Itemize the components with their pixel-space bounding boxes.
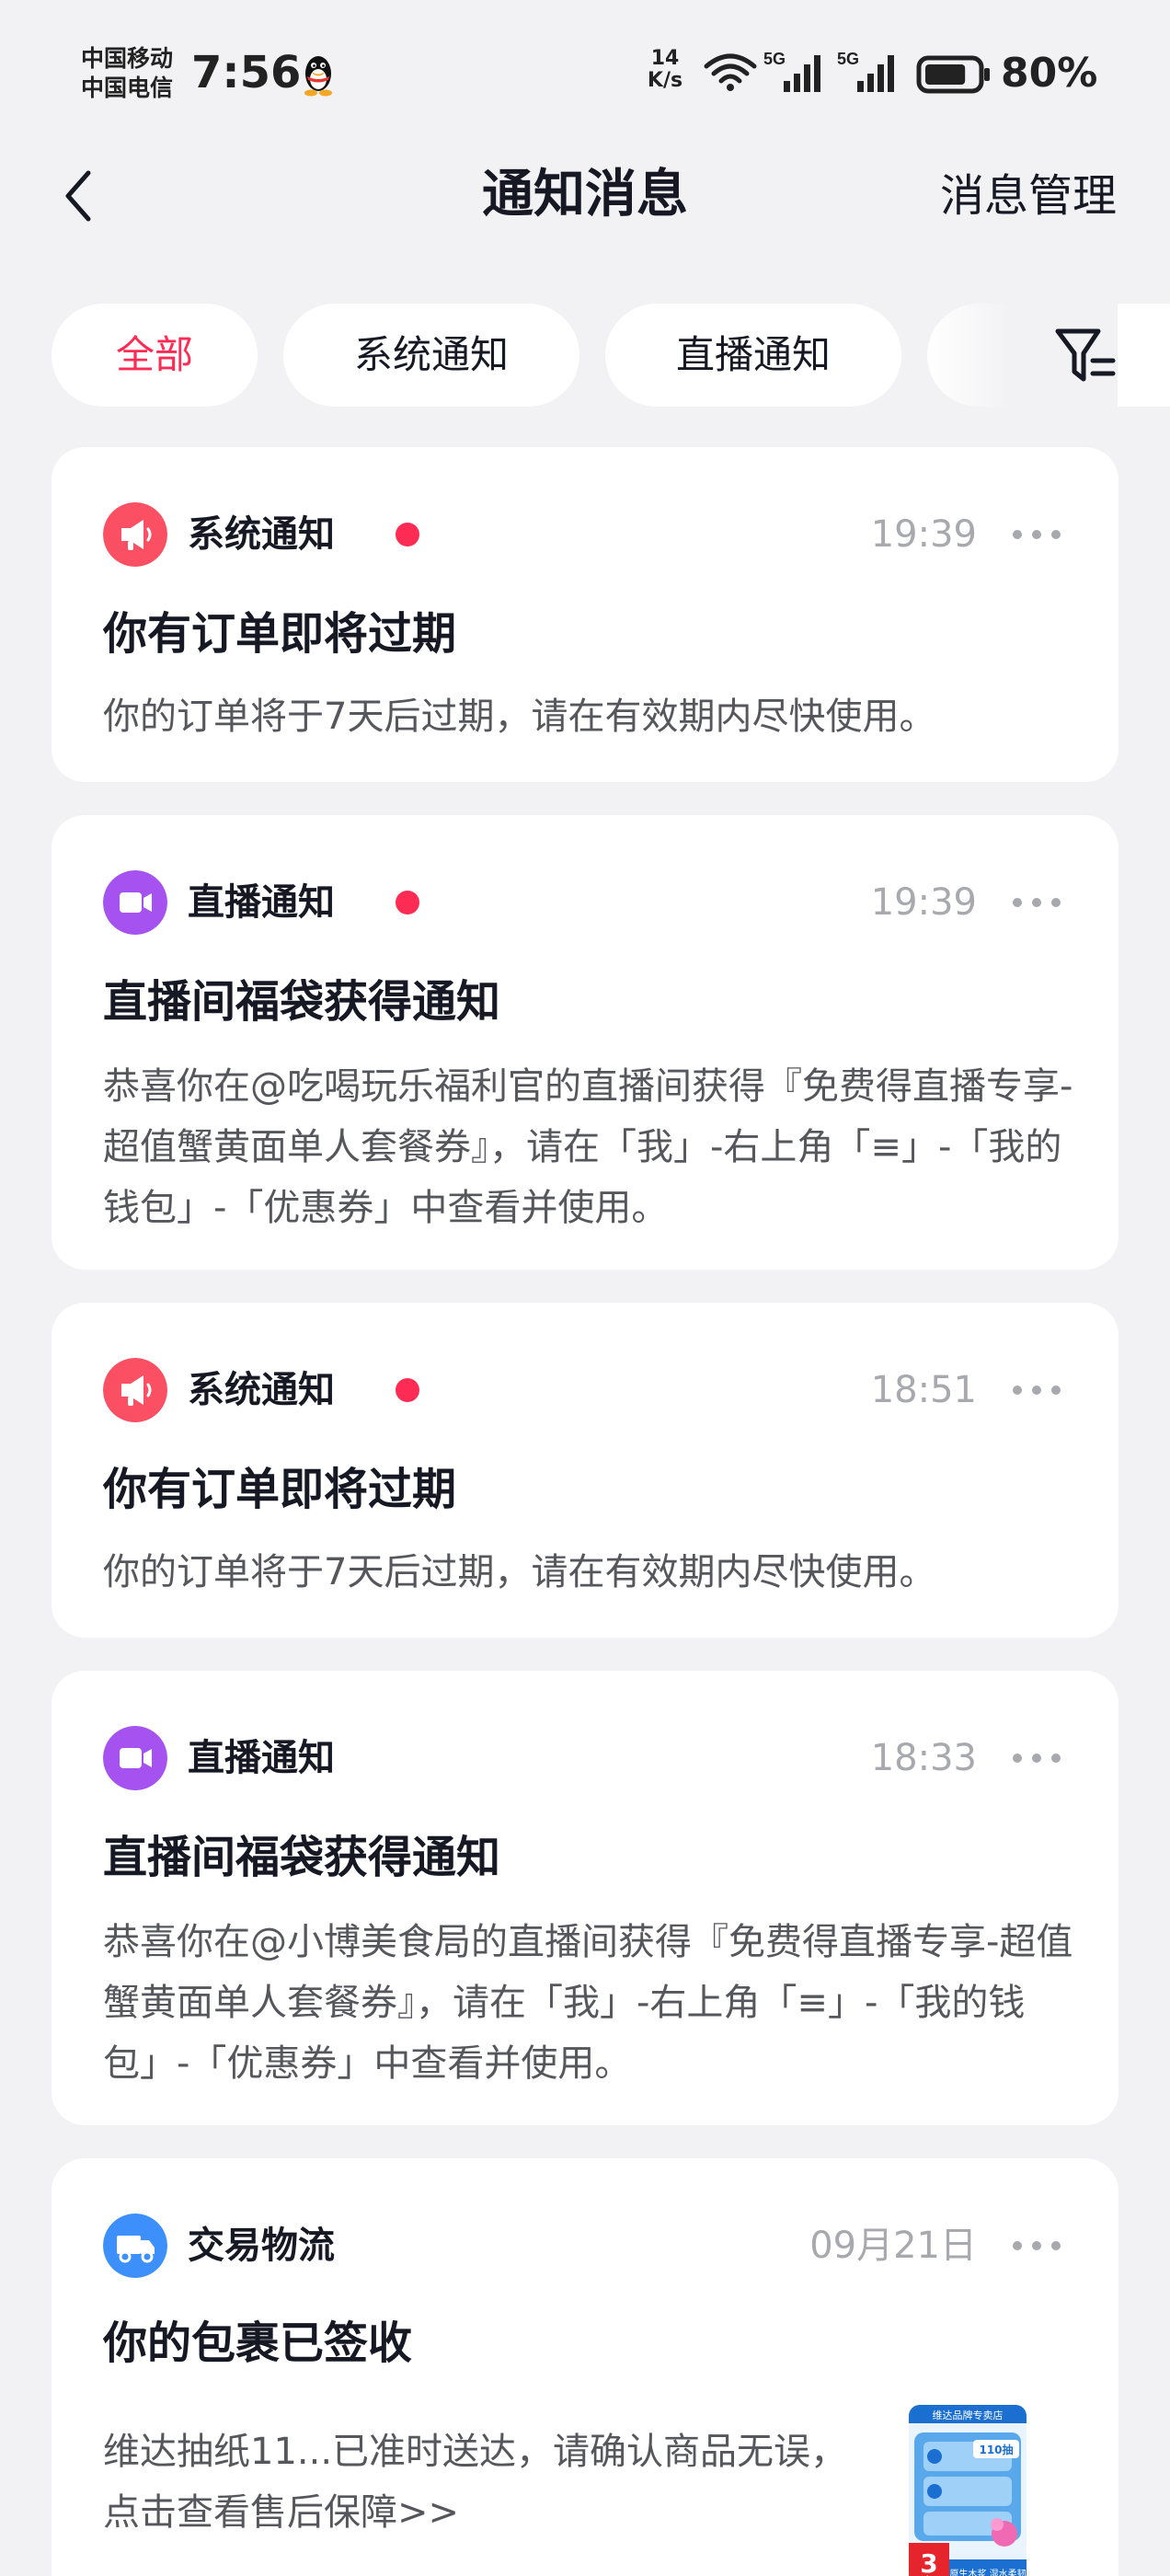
notification-category: 系统通知 [188, 1369, 335, 1411]
more-options-icon[interactable] [1010, 527, 1063, 542]
network-speed-value: 14 [650, 47, 680, 70]
notification-card[interactable]: 直播通知 19:39 直播间福袋获得通知 恭喜你在@吃喝玩乐福利官的直播间获得『… [52, 815, 1118, 1270]
battery-percentage: 80% [1001, 50, 1098, 97]
notification-title: 你的包裹已签收 [103, 2317, 413, 2369]
more-options-icon[interactable] [1010, 1751, 1063, 1765]
unread-dot [396, 523, 419, 546]
notification-card[interactable]: 系统通知 18:51 你有订单即将过期 你的订单将于7天后过期，请在有效期内尽快… [52, 1303, 1118, 1638]
notification-title: 直播间福袋获得通知 [103, 976, 501, 1028]
video-camera-icon [103, 1726, 167, 1790]
notification-title: 你有订单即将过期 [103, 1464, 457, 1515]
notification-title: 直播间福袋获得通知 [103, 1832, 501, 1883]
notification-category: 交易物流 [188, 2225, 335, 2267]
carrier-labels: 中国移动 中国电信 [81, 44, 173, 103]
battery-icon [916, 55, 990, 94]
network-speed-unit: K/s [647, 69, 683, 92]
signal-5g-icon: 5G [837, 50, 894, 92]
notification-card[interactable]: 直播通知 18:33 直播间福袋获得通知 恭喜你在@小博美食局的直播间获得『免费… [52, 1671, 1118, 2125]
video-camera-icon [103, 870, 167, 935]
tab-system-notifications[interactable]: 系统通知 [283, 304, 579, 407]
notification-title: 你有订单即将过期 [103, 608, 457, 660]
svg-text:维达品牌专卖店: 维达品牌专卖店 [933, 2409, 1004, 2421]
qq-penguin-icon [304, 56, 332, 97]
notification-body: 你的订单将于7天后过期，请在有效期内尽快使用。 [103, 1551, 936, 1593]
notification-time: 09月21日 [809, 2225, 977, 2267]
wifi-icon [704, 53, 757, 91]
notification-card[interactable]: 交易物流 09月21日 你的包裹已签收 维达抽纸11...已准时送达，请确认商品… [52, 2158, 1118, 2576]
notification-category: 直播通知 [188, 1737, 335, 1779]
notification-body: 恭喜你在@吃喝玩乐福利官的直播间获得『免费得直播专享-超值蟹黄面单人套餐券』，请… [103, 1065, 1073, 1229]
svg-text:原生木浆 湿水柔韧: 原生木浆 湿水柔韧 [949, 2568, 1026, 2576]
carrier-1: 中国移动 [81, 45, 174, 72]
tab-live-notifications[interactable]: 直播通知 [605, 304, 901, 407]
more-options-icon[interactable] [1010, 895, 1063, 910]
megaphone-icon [103, 1358, 167, 1422]
status-time: 7:56 [191, 47, 302, 98]
notification-body: 维达抽纸11...已准时送达，请确认商品无误，点击查看售后保障>> [103, 2431, 848, 2534]
notification-time: 18:33 [870, 1737, 977, 1779]
more-options-icon[interactable] [1010, 1383, 1063, 1397]
carrier-2: 中国电信 [81, 75, 174, 101]
notification-body: 你的订单将于7天后过期，请在有效期内尽快使用。 [103, 696, 936, 738]
signal-5g-icon: 5G [763, 50, 820, 92]
product-thumbnail[interactable]: 维达品牌专卖店 110抽 3 包 原生木浆 湿水柔韧 [909, 2405, 1027, 2576]
notification-body: 恭喜你在@小博美食局的直播间获得『免费得直播专享-超值蟹黄面单人套餐券』，请在「… [103, 1921, 1073, 2085]
notification-time: 19:39 [870, 513, 977, 556]
notification-time: 18:51 [870, 1369, 977, 1411]
notification-category: 直播通知 [188, 881, 335, 924]
tab-all[interactable]: 全部 [52, 304, 258, 407]
network-speed: 14 K/s [640, 48, 690, 92]
svg-text:110抽: 110抽 [979, 2443, 1013, 2456]
filter-icon[interactable] [1052, 322, 1118, 388]
unread-dot [396, 1378, 419, 1402]
delivery-truck-icon [103, 2214, 167, 2278]
svg-text:3: 3 [920, 2548, 937, 2576]
notification-card[interactable]: 系统通知 19:39 你有订单即将过期 你的订单将于7天后过期，请在有效期内尽快… [52, 447, 1118, 782]
more-options-icon[interactable] [1010, 2238, 1063, 2253]
unread-dot [396, 891, 419, 914]
tissue-package-image: 维达品牌专卖店 110抽 3 包 原生木浆 湿水柔韧 [909, 2405, 1027, 2576]
megaphone-icon [103, 502, 167, 567]
notification-time: 19:39 [870, 881, 977, 924]
status-bar: 中国移动 中国电信 7:56 14 K/s 5G 5G 80% [0, 0, 1170, 138]
message-management-button[interactable]: 消息管理 [940, 166, 1117, 226]
notification-category: 系统通知 [188, 513, 335, 556]
svg-text:5G: 5G [837, 50, 859, 68]
svg-text:5G: 5G [763, 50, 786, 68]
